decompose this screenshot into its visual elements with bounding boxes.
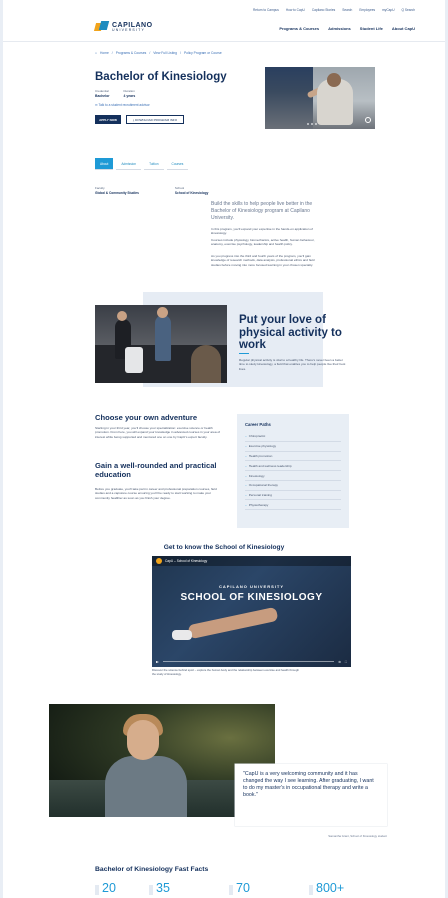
breadcrumb-programs[interactable]: Programs & Courses bbox=[116, 51, 147, 55]
utility-link-mycapu[interactable]: myCapU bbox=[382, 8, 394, 12]
fact-value: 70 bbox=[229, 881, 309, 895]
breadcrumb: ⌂ Home / Programs & Courses / View Full Li… bbox=[95, 51, 222, 55]
fast-facts: 20 35 70 800+ bbox=[95, 881, 363, 895]
utility-search[interactable]: Q Search bbox=[402, 8, 415, 12]
gain-text: Before you graduate, you'll take part in… bbox=[95, 487, 217, 500]
breadcrumb-current: Policy Program or Course bbox=[183, 51, 222, 55]
video-player-title[interactable]: CapU – School of Kinesiology bbox=[165, 559, 207, 563]
career-item: – Personal training bbox=[245, 491, 341, 501]
about-paragraph-3: As you progress into the third and fourt… bbox=[211, 254, 315, 267]
career-item: – Physiotherapy bbox=[245, 500, 341, 511]
nav-student-life[interactable]: Student Life bbox=[360, 26, 383, 31]
logo[interactable]: CAPILANO UNIVERSITY bbox=[93, 21, 153, 33]
advisor-link-label: Talk to a student recruitment advisor bbox=[98, 103, 150, 107]
utility-link-return[interactable]: Return to Campus bbox=[253, 8, 279, 12]
logo-line2: UNIVERSITY bbox=[112, 27, 146, 32]
home-icon[interactable]: ⌂ bbox=[95, 51, 97, 55]
career-item: – Occupational therapy bbox=[245, 481, 341, 491]
about-lead: Build the skills to help people live bet… bbox=[211, 201, 313, 221]
download-info-button[interactable]: ⤓ DOWNLOAD PROGRAM INFO bbox=[126, 115, 184, 124]
career-item: – Chiropractic bbox=[245, 432, 341, 442]
channel-avatar-icon bbox=[156, 558, 162, 564]
testimonial-quote-box: "CapU is a very welcoming community and … bbox=[235, 764, 387, 826]
school-label: School bbox=[174, 186, 185, 190]
adventure-title: Choose your own adventure bbox=[95, 413, 198, 422]
tab-admission[interactable]: Admission bbox=[116, 158, 142, 170]
feature-image bbox=[95, 305, 227, 383]
career-item: – Kinesiology bbox=[245, 471, 341, 481]
utility-link-employees[interactable]: Employees bbox=[359, 8, 375, 12]
program-page: Return to Campus How to CapU Capilano St… bbox=[0, 0, 448, 898]
utility-link-search[interactable]: Search bbox=[342, 8, 352, 12]
faculty-value: Global & Community Studies bbox=[95, 191, 139, 195]
utility-link-stories[interactable]: Capilano Stories bbox=[312, 8, 335, 12]
apply-now-button[interactable]: APPLY NOW bbox=[95, 115, 121, 124]
feature-title: Put your love of physical activity to wo… bbox=[239, 314, 342, 351]
settings-icon[interactable]: ⚙ bbox=[338, 660, 341, 664]
gain-title: Gain a well-rounded and practical educat… bbox=[95, 461, 217, 479]
video-controls: ⚙ ⛶ bbox=[156, 660, 347, 664]
page-title: Bachelor of Kinesiology bbox=[95, 71, 227, 83]
video-player[interactable]: CapU – School of Kinesiology CAPILANO UN… bbox=[152, 556, 351, 667]
nav-programs[interactable]: Programs & Courses bbox=[279, 26, 319, 31]
about-paragraph-1: In this program, you'll expand your expe… bbox=[211, 227, 313, 236]
career-item: – Exercise physiology bbox=[245, 442, 341, 452]
career-item: – Health and wellness leadership bbox=[245, 461, 341, 472]
video-progress-track[interactable] bbox=[163, 661, 335, 662]
fullscreen-icon[interactable]: ⛶ bbox=[345, 660, 347, 664]
logo-mark-icon bbox=[93, 21, 110, 33]
fact-value: 800+ bbox=[309, 881, 363, 895]
testimonial-attribution: Samantha Grant, School of Kinesiology st… bbox=[328, 834, 387, 838]
program-tabs: About Admission Tuition Courses bbox=[95, 158, 189, 170]
play-icon[interactable] bbox=[156, 660, 159, 663]
advisor-link[interactable]: ✉ Talk to a student recruitment advisor bbox=[95, 103, 150, 107]
feature-text: Regular physical activity is vital to a … bbox=[239, 358, 346, 371]
main-nav: Programs & Courses Admissions Student Li… bbox=[279, 26, 415, 31]
video-overlay-small: CAPILANO UNIVERSITY bbox=[218, 584, 284, 589]
about-meta: Faculty Global & Community Studies Schoo… bbox=[95, 186, 208, 195]
career-paths-box: Career Paths – Chiropractic – Exercise phy… bbox=[237, 414, 349, 528]
carousel-dots[interactable] bbox=[307, 123, 317, 125]
nav-about[interactable]: About CapU bbox=[392, 26, 415, 31]
tab-about[interactable]: About bbox=[95, 158, 114, 170]
fact-value: 20 bbox=[95, 881, 149, 895]
duration-label: Duration bbox=[123, 89, 135, 93]
video-section-title: Get to know the School of Kinesiology bbox=[163, 544, 285, 551]
tab-courses[interactable]: Courses bbox=[166, 158, 189, 170]
about-paragraph-2: Courses include physiology, biomechanics… bbox=[211, 238, 315, 247]
fast-facts-title: Bachelor of Kinesiology Fast Facts bbox=[95, 866, 209, 873]
breadcrumb-home[interactable]: Home bbox=[100, 51, 109, 55]
school-value: School of Kinesiology bbox=[174, 191, 209, 195]
hero-image-carousel[interactable] bbox=[265, 67, 375, 129]
testimonial-quote: "CapU is a very welcoming community and … bbox=[243, 771, 374, 798]
duration-value: 4 years bbox=[123, 94, 136, 98]
video-caption: Discover the science behind sport – expl… bbox=[152, 668, 299, 676]
career-item: – Health promotion bbox=[245, 452, 341, 462]
video-overlay-big: SCHOOL OF KINESIOLOGY bbox=[180, 592, 323, 603]
breadcrumb-listing[interactable]: View Full Listing bbox=[153, 51, 177, 55]
nav-admissions[interactable]: Admissions bbox=[328, 26, 351, 31]
tab-tuition[interactable]: Tuition bbox=[144, 158, 164, 170]
program-credentials: Credential Bachelor Duration 4 years bbox=[95, 89, 135, 98]
site-header: CAPILANO UNIVERSITY Programs & Courses A… bbox=[3, 16, 445, 42]
pause-icon[interactable] bbox=[365, 117, 371, 123]
utility-nav: Return to Campus How to CapU Capilano St… bbox=[253, 8, 415, 12]
utility-link-how[interactable]: How to CapU bbox=[286, 8, 305, 12]
career-paths-title: Career Paths bbox=[245, 422, 271, 427]
fact-value: 35 bbox=[149, 881, 229, 895]
credential-label: Credential bbox=[95, 89, 109, 93]
faculty-label: Faculty bbox=[95, 186, 105, 190]
adventure-text: Starting in your third year, you'll choo… bbox=[95, 426, 221, 439]
credential-value: Bachelor bbox=[95, 94, 110, 98]
download-info-label: DOWNLOAD PROGRAM INFO bbox=[135, 117, 178, 122]
